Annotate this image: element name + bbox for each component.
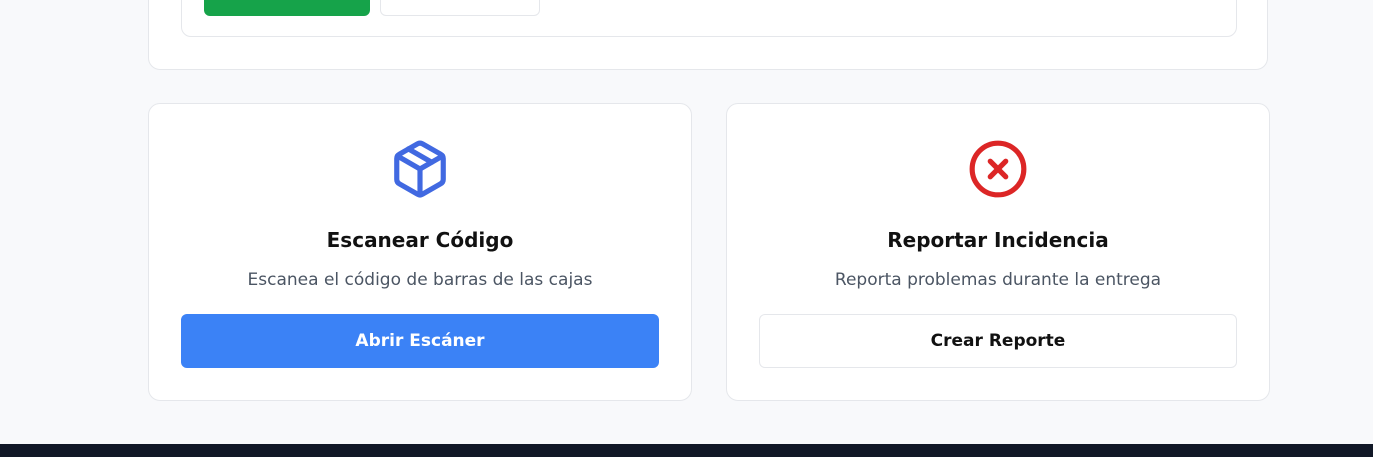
top-primary-button[interactable] [204, 0, 370, 16]
close-circle-icon [969, 140, 1027, 198]
top-card [148, 0, 1268, 70]
open-scanner-button[interactable]: Abrir Escáner [181, 314, 659, 368]
report-incident-card: Reportar Incidencia Reporta problemas du… [726, 103, 1270, 401]
bottom-bar [0, 444, 1373, 457]
report-card-description: Reporta problemas durante la entrega [834, 270, 1162, 290]
scan-card-description: Escanea el código de barras de las cajas [247, 270, 593, 290]
package-icon [394, 140, 446, 198]
create-report-button[interactable]: Crear Reporte [759, 314, 1237, 368]
scan-card-title: Escanear Código [326, 228, 514, 252]
top-inner-panel [181, 0, 1237, 37]
report-card-title: Reportar Incidencia [887, 228, 1109, 252]
top-secondary-button[interactable] [380, 0, 540, 16]
scan-code-card: Escanear Código Escanea el código de bar… [148, 103, 692, 401]
